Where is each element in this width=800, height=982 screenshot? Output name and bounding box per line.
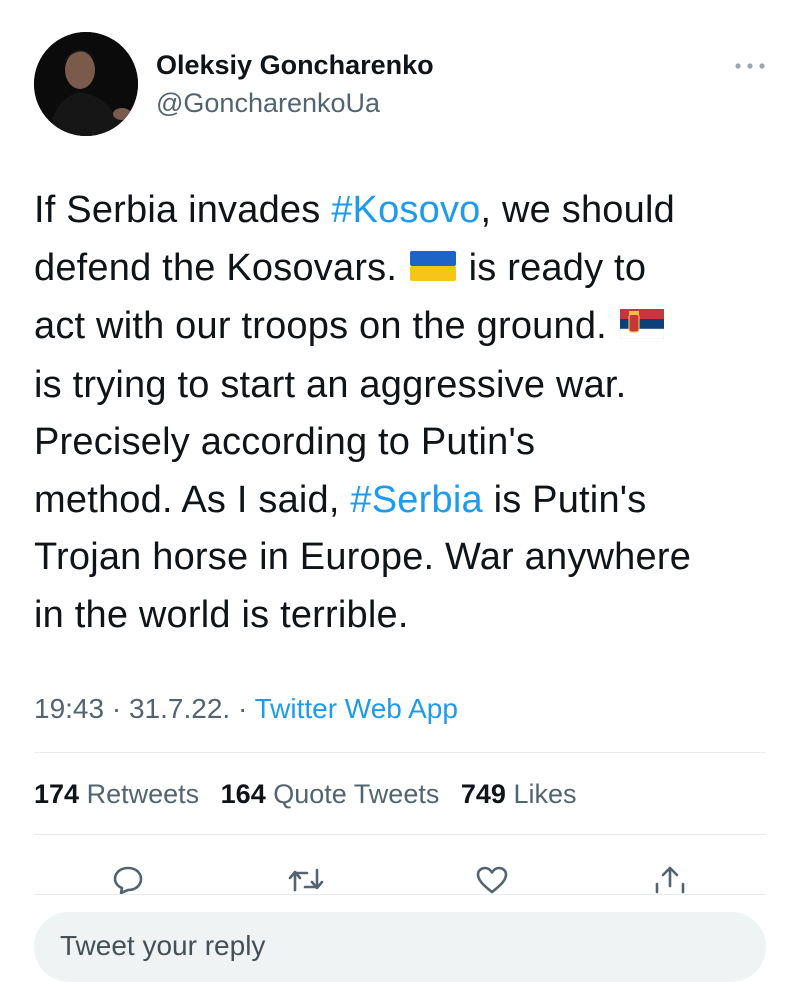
tweet-line: If Serbia invades #Kosovo, we should [34,182,774,240]
divider [34,752,766,753]
quotes-label: Quote Tweets [273,779,440,809]
share-icon[interactable] [650,862,690,898]
reply-icon[interactable] [108,862,148,898]
quote-tweets-stat[interactable]: 164 Quote Tweets [221,779,440,809]
divider [34,834,766,835]
more-options-icon[interactable] [730,56,770,76]
tweet-text-segment: Precisely according to Putin's [34,421,536,464]
author-name[interactable]: Oleksiy Goncharenko [156,50,434,81]
tweet-line: Precisely according to Putin's [34,414,774,472]
like-icon[interactable] [472,862,512,898]
tweet-date[interactable]: 31.7.22. [129,693,230,724]
retweet-icon[interactable] [286,862,326,898]
tweet-line: method. As I said, #Serbia is Putin's [34,472,774,530]
divider [34,894,766,895]
tweet-line: act with our troops on the ground. [34,298,774,357]
reply-placeholder: Tweet your reply [60,930,266,961]
retweets-label: Retweets [86,779,200,809]
tweet-meta: 19:43 · 31.7.22. · Twitter Web App [34,693,458,725]
likes-label: Likes [513,779,577,809]
tweet-text-segment: is trying to start an aggressive war. [34,363,627,406]
tweet-source-link[interactable]: Twitter Web App [255,693,458,724]
tweet-text-segment: If Serbia invades [34,189,332,231]
avatar[interactable] [34,32,138,136]
likes-count: 749 [460,779,506,809]
meta-separator: · [111,693,122,724]
quotes-count: 164 [220,779,266,809]
tweet-text-segment: defend the Kosovars. [34,246,408,289]
tweet-line: defend the Kosovars. is ready to [34,240,774,299]
tweet-text-segment: , we should [480,189,675,231]
tweet-line: is trying to start an aggressive war. [34,357,774,415]
tweet-text-segment: method. As I said, [34,478,351,521]
tweet-text-segment: act with our troops on the ground. [34,305,618,348]
tweet-body: If Serbia invades #Kosovo, we should defe… [34,182,774,644]
meta-separator: · [237,693,248,724]
tweet-line: Trojan horse in Europe. War anywhere [34,529,774,587]
hashtag-link[interactable]: #Serbia [350,479,482,521]
ukraine-flag-icon [409,241,456,299]
tweet-text-segment: is Putin's [482,478,647,521]
hashtag-link[interactable]: #Kosovo [331,189,480,231]
serbia-flag-icon [619,299,664,357]
tweet-text-segment: is ready to [457,246,647,289]
retweets-stat[interactable]: 174 Retweets [34,779,199,809]
tweet-time[interactable]: 19:43 [34,693,104,724]
tweet-stats: 174 Retweets 164 Quote Tweets 749 Likes [34,779,590,810]
tweet-text-segment: in the world is terrible. [34,593,409,636]
likes-stat[interactable]: 749 Likes [461,779,577,809]
author-handle[interactable]: @GoncharenkoUa [156,88,380,119]
tweet-text-segment: Trojan horse in Europe. War anywhere [34,536,692,579]
tweet-line: in the world is terrible. [34,587,774,645]
reply-input[interactable]: Tweet your reply [34,912,766,982]
retweets-count: 174 [34,779,80,809]
